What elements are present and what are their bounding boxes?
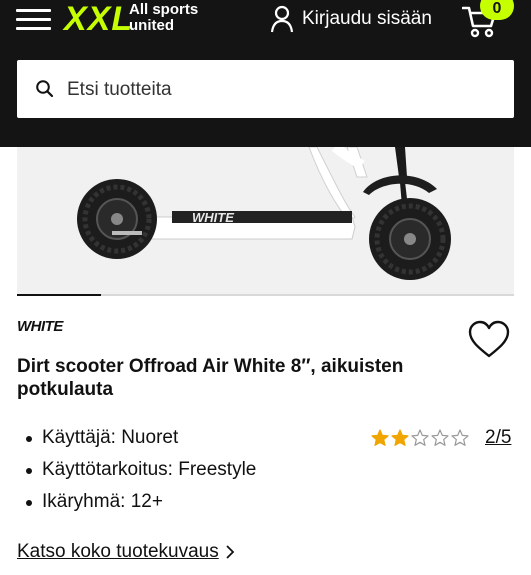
bullet-icon xyxy=(26,436,32,442)
rating-score-link[interactable]: 2/5 xyxy=(485,427,511,449)
svg-text:WHITE: WHITE xyxy=(192,210,234,225)
spec-text: Ikäryhmä: 12+ xyxy=(42,491,163,512)
product-image[interactable]: WHITE xyxy=(17,147,514,295)
star-empty-icon xyxy=(451,429,469,446)
user-icon xyxy=(270,5,294,33)
search-bar xyxy=(17,60,514,118)
cart-count-badge: 0 xyxy=(480,0,514,20)
image-carousel-progress-fill xyxy=(17,294,102,296)
brand-logo[interactable]: WHITE xyxy=(17,318,71,334)
spec-item-age-group: Ikäryhmä: 12+ xyxy=(17,489,357,521)
svg-text:WHITE: WHITE xyxy=(17,318,64,334)
login-label: Kirjaudu sisään xyxy=(302,8,432,29)
full-description-link[interactable]: Katso koko tuotekuvaus xyxy=(17,540,235,564)
logo-tagline: All sports united xyxy=(129,1,199,34)
scooter-image: WHITE xyxy=(77,147,451,280)
login-link[interactable]: Kirjaudu sisään xyxy=(270,4,432,34)
star-filled-icon xyxy=(371,429,389,446)
favorite-button[interactable] xyxy=(467,320,511,360)
chevron-right-icon xyxy=(226,545,235,559)
star-filled-icon xyxy=(391,429,409,446)
hamburger-menu-icon[interactable] xyxy=(16,6,52,32)
star-empty-icon xyxy=(431,429,449,446)
xxl-logo[interactable]: XXL xyxy=(64,2,133,36)
full-description-label: Katso koko tuotekuvaus xyxy=(17,541,219,562)
star-empty-icon xyxy=(411,429,429,446)
product-specs-list: Käyttäjä: Nuoret Käyttötarkoitus: Freest… xyxy=(17,425,357,521)
site-header: XXL All sports united Kirjaudu sisään 0 xyxy=(0,0,531,147)
bullet-icon xyxy=(26,500,32,506)
spec-text: Käyttötarkoitus: Freestyle xyxy=(42,459,257,480)
spec-text: Käyttäjä: Nuoret xyxy=(42,427,179,448)
spec-item-purpose: Käyttötarkoitus: Freestyle xyxy=(17,457,357,489)
rating-stars xyxy=(371,429,469,447)
product-title: Dirt scooter Offroad Air White 8″, aikui… xyxy=(17,356,404,400)
search-icon xyxy=(36,80,54,98)
spec-item-user: Käyttäjä: Nuoret xyxy=(17,425,357,457)
image-carousel-progress xyxy=(17,294,514,296)
heart-icon xyxy=(468,320,510,358)
bullet-icon xyxy=(26,468,32,474)
search-input[interactable] xyxy=(65,70,499,110)
product-rating[interactable]: 2/5 xyxy=(371,426,511,450)
